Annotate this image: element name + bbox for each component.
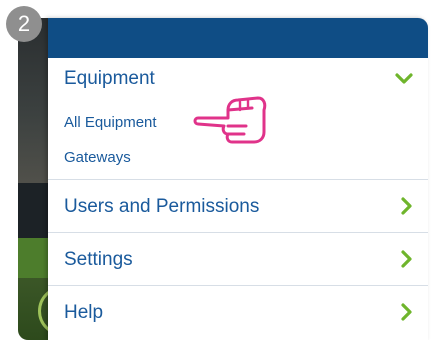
menu-row-label[interactable]: Settings — [64, 249, 133, 271]
menu-row-settings[interactable]: Settings — [48, 233, 428, 286]
menu-item-all-equipment[interactable]: All Equipment — [64, 114, 157, 131]
tutorial-screenshot: 2 Equipment All Equipment Gateways Users… — [0, 0, 432, 340]
chevron-right-icon[interactable] — [400, 249, 414, 274]
menu-item-gateways[interactable]: Gateways — [64, 149, 131, 166]
menu-header-bar — [48, 18, 428, 58]
chevron-down-icon[interactable] — [394, 72, 414, 91]
chevron-right-icon[interactable] — [400, 302, 414, 327]
menu-row-label[interactable]: Users and Permissions — [64, 196, 259, 218]
menu-row-label[interactable]: Help — [64, 302, 103, 324]
menu-row-users-and-permissions[interactable]: Users and Permissions — [48, 180, 428, 233]
equipment-title[interactable]: Equipment — [64, 68, 155, 90]
chevron-right-icon[interactable] — [400, 196, 414, 221]
navigation-menu: Equipment All Equipment Gateways Users a… — [48, 18, 428, 340]
step-number-badge: 2 — [6, 6, 42, 42]
menu-row-help[interactable]: Help — [48, 286, 428, 338]
pointing-hand-icon — [192, 90, 270, 151]
